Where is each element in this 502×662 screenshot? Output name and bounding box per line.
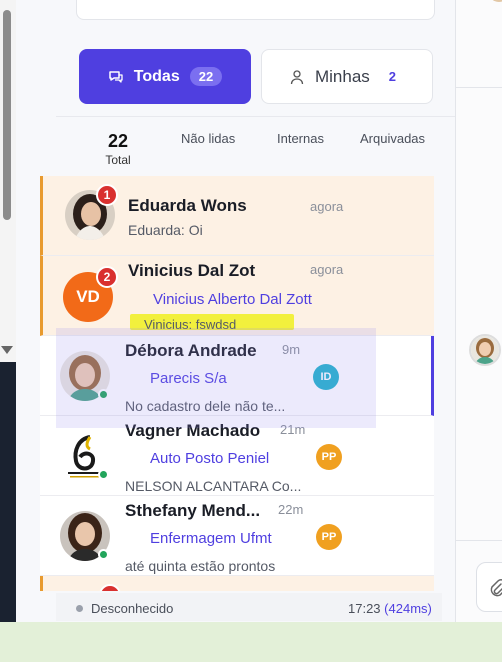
sidebar-dark-area bbox=[0, 362, 16, 622]
contact-name: Vinicius Dal Zot bbox=[128, 261, 256, 280]
filter-internas[interactable]: Internas bbox=[277, 131, 324, 146]
filter-arquivadas[interactable]: Arquivadas bbox=[360, 131, 425, 146]
user-icon bbox=[290, 69, 304, 84]
filter-tabs: 22 Total Não lidas Internas Arquivadas bbox=[56, 116, 456, 176]
company-name: Enfermagem Ufmt bbox=[150, 530, 272, 547]
company-name: Vinicius Alberto Dal Zott bbox=[153, 291, 312, 308]
selection-overlay bbox=[56, 328, 376, 428]
unread-badge: 1 bbox=[96, 184, 118, 206]
avatar-photo-icon bbox=[471, 336, 499, 364]
online-status-dot bbox=[98, 549, 109, 560]
conversation-item[interactable] bbox=[40, 576, 434, 591]
status-bar: Desconhecido 17:23 (424ms) bbox=[56, 593, 442, 621]
agent-badge: PP bbox=[316, 444, 342, 470]
unread-badge bbox=[99, 584, 121, 591]
message-time: 22m bbox=[278, 502, 304, 517]
tab-todas-label: Todas bbox=[133, 67, 180, 85]
total-count: 22 bbox=[107, 131, 129, 151]
scrollbar-thumb[interactable] bbox=[3, 10, 11, 220]
connection-status-dot bbox=[76, 605, 83, 612]
filter-total[interactable]: 22 Total bbox=[96, 131, 140, 167]
connection-status: Desconhecido bbox=[91, 601, 174, 616]
total-label: Total bbox=[105, 153, 131, 167]
tab-minhas-label: Minhas bbox=[314, 66, 370, 86]
conversation-item[interactable]: 1 Eduarda Wons agora Eduarda: Oi bbox=[40, 176, 434, 256]
status-time: 17:23 (424ms) bbox=[348, 601, 432, 616]
tab-minhas[interactable]: Minhas 2 bbox=[261, 49, 433, 104]
paperclip-icon bbox=[490, 579, 502, 597]
chat-footer-divider bbox=[456, 540, 502, 541]
conversation-item[interactable]: Sthefany Mend... 22m Enfermagem Ufmt PP … bbox=[40, 496, 434, 576]
online-status-dot bbox=[98, 469, 109, 480]
agent-badge: PP bbox=[316, 524, 342, 550]
message-time: agora bbox=[310, 262, 344, 277]
search-input[interactable] bbox=[76, 0, 435, 20]
contact-name: Eduarda Wons bbox=[128, 196, 247, 215]
conversation-item[interactable]: Vagner Machado 21m Auto Posto Peniel PP … bbox=[40, 416, 434, 496]
filter-nao-lidas[interactable]: Não lidas bbox=[181, 131, 235, 146]
attach-button[interactable] bbox=[476, 562, 502, 612]
status-latency: (424ms) bbox=[384, 601, 432, 616]
tab-minhas-count: 2 bbox=[379, 67, 406, 86]
message-avatar bbox=[469, 334, 501, 366]
tab-todas-count: 22 bbox=[189, 67, 223, 86]
company-name: Auto Posto Peniel bbox=[150, 450, 270, 467]
unread-badge: 2 bbox=[96, 266, 118, 288]
message-time: agora bbox=[310, 199, 344, 214]
status-clock: 17:23 bbox=[348, 601, 381, 616]
bottom-bar bbox=[0, 622, 502, 662]
message-preview: até quinta estão prontos bbox=[125, 558, 276, 574]
chat-header-divider bbox=[456, 87, 502, 88]
tab-todas[interactable]: Todas 22 bbox=[79, 49, 251, 104]
user-avatar[interactable] bbox=[488, 0, 502, 2]
left-scroll-strip bbox=[0, 0, 16, 662]
message-preview: Eduarda: Oi bbox=[128, 222, 203, 238]
chat-pane bbox=[456, 0, 502, 622]
chat-bubbles-icon bbox=[109, 70, 123, 83]
scroll-down-arrow-icon[interactable] bbox=[1, 346, 13, 354]
contact-name: Sthefany Mend... bbox=[125, 501, 261, 520]
message-preview: NELSON ALCANTARA Co... bbox=[125, 478, 302, 494]
